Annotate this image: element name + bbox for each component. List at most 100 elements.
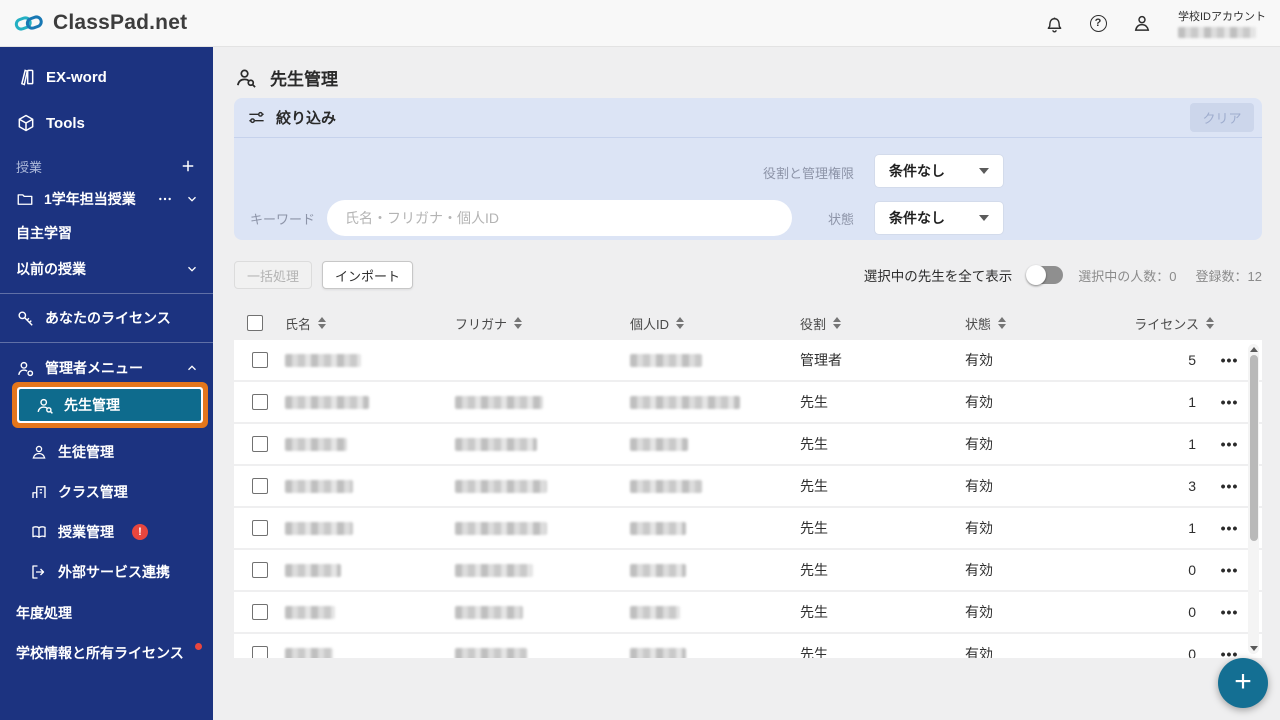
role-cell: 先生 [791, 434, 956, 454]
account-info[interactable]: 学校IDアカウント [1178, 8, 1266, 38]
row-checkbox[interactable] [252, 436, 268, 452]
sidebar-item-external-services[interactable]: 外部サービス連携 [0, 558, 213, 586]
sidebar-item-self-study[interactable]: 自主学習 [0, 219, 213, 247]
scroll-down-icon[interactable] [1250, 646, 1258, 651]
role-cell: 先生 [791, 644, 956, 658]
row-checkbox[interactable] [252, 646, 268, 658]
row-menu-icon[interactable] [1221, 436, 1239, 452]
logo-text: ClassPad.net [53, 11, 187, 35]
sort-icon [318, 317, 326, 329]
chevron-down-icon[interactable] [185, 192, 199, 206]
add-lesson-icon[interactable] [179, 157, 197, 175]
sort-icon [514, 317, 522, 329]
chevron-up-icon[interactable] [185, 361, 199, 375]
status-cell: 有効 [956, 602, 1116, 622]
sort-icon [998, 317, 1006, 329]
column-header-license[interactable]: ライセンス [1116, 314, 1250, 333]
redacted-name [285, 648, 333, 659]
sidebar-label: 生徒管理 [58, 442, 114, 462]
sort-icon [833, 317, 841, 329]
redacted-name [285, 564, 341, 577]
help-icon[interactable] [1088, 13, 1108, 33]
status-filter-label: 状態 [774, 209, 854, 228]
admin-user-icon [16, 359, 35, 378]
scrollbar-thumb[interactable] [1250, 355, 1258, 541]
column-header-id[interactable]: 個人ID [621, 314, 791, 333]
table-header: 氏名 フリガナ 個人ID 役割 状態 ライセンス [234, 306, 1262, 340]
selected-count: 選択中の人数：0 [1078, 266, 1176, 285]
lessons-section-label: 授業 [16, 157, 42, 176]
keyword-search-input[interactable] [327, 200, 792, 236]
sidebar-item-your-license[interactable]: あなたのライセンス [0, 304, 213, 332]
table-row: 先生 有効 3 [234, 466, 1262, 506]
column-label: ライセンス [1134, 314, 1199, 333]
redacted-kana [455, 438, 537, 451]
redacted-name [285, 522, 353, 535]
folder-icon [16, 190, 34, 208]
column-header-name[interactable]: 氏名 [276, 314, 446, 333]
sidebar: EX-word Tools 授業 1学年担当授業 自主学習 以前の授業 [0, 47, 213, 720]
redacted-name [285, 480, 353, 493]
redacted-name [285, 354, 361, 367]
table-row: 先生 有効 0 [234, 634, 1262, 658]
import-button[interactable]: インポート [322, 261, 413, 289]
caret-down-icon [979, 215, 989, 221]
account-type-label: 学校IDアカウント [1178, 8, 1266, 24]
row-checkbox[interactable] [252, 604, 268, 620]
sidebar-label: クラス管理 [58, 482, 128, 502]
row-checkbox[interactable] [252, 520, 268, 536]
class-building-icon [30, 483, 48, 501]
keyword-label: キーワード [250, 209, 315, 228]
row-menu-icon[interactable] [1221, 646, 1239, 658]
table-toolbar: 一括処理 インポート 選択中の先生を全て表示 選択中の人数：0 登録数：12 [234, 260, 1262, 290]
row-menu-icon[interactable] [1221, 352, 1239, 368]
sidebar-item-lesson-management[interactable]: 授業管理 [0, 518, 213, 546]
redacted-id [630, 480, 702, 493]
bulk-action-button[interactable]: 一括処理 [234, 261, 312, 289]
sidebar-item-lesson-folder[interactable]: 1学年担当授業 [0, 185, 213, 213]
add-teacher-fab-button[interactable] [1218, 658, 1268, 708]
sidebar-label: 学校情報と所有ライセンス [16, 643, 184, 663]
role-filter-select[interactable]: 条件なし [875, 155, 1003, 187]
sidebar-item-teacher-management-selected[interactable]: 先生管理 [19, 389, 201, 421]
row-menu-icon[interactable] [1221, 478, 1239, 494]
sidebar-label: 管理者メニュー [45, 358, 143, 378]
table-row: 先生 有効 1 [234, 424, 1262, 464]
sidebar-label: 先生管理 [64, 395, 120, 415]
redacted-kana [455, 648, 527, 659]
sidebar-item-previous-lessons[interactable]: 以前の授業 [0, 255, 213, 283]
column-header-status[interactable]: 状態 [956, 314, 1116, 333]
notifications-bell-icon[interactable] [1044, 13, 1064, 33]
show-selected-toggle[interactable] [1027, 266, 1063, 284]
sidebar-divider [0, 293, 213, 294]
sidebar-item-student-management[interactable]: 生徒管理 [0, 438, 213, 466]
row-checkbox[interactable] [252, 478, 268, 494]
select-all-checkbox[interactable] [247, 315, 263, 331]
row-menu-icon[interactable] [1221, 394, 1239, 410]
row-checkbox[interactable] [252, 394, 268, 410]
status-filter-select[interactable]: 条件なし [875, 202, 1003, 234]
row-checkbox[interactable] [252, 352, 268, 368]
chevron-down-icon[interactable] [185, 262, 199, 276]
sidebar-item-school-info-license[interactable]: 学校情報と所有ライセンス [0, 640, 213, 666]
role-cell: 先生 [791, 392, 956, 412]
highlight-annotation: 先生管理 [12, 382, 208, 428]
sidebar-item-tools[interactable]: Tools [0, 109, 213, 137]
sidebar-item-year-processing[interactable]: 年度処理 [0, 600, 213, 626]
sidebar-item-class-management[interactable]: クラス管理 [0, 478, 213, 506]
row-menu-icon[interactable] [1221, 604, 1239, 620]
column-header-role[interactable]: 役割 [791, 314, 956, 333]
row-menu-icon[interactable] [1221, 520, 1239, 536]
toggle-knob [1026, 265, 1046, 285]
row-checkbox[interactable] [252, 562, 268, 578]
column-header-kana[interactable]: フリガナ [446, 314, 621, 333]
user-icon[interactable] [1132, 13, 1152, 33]
table-scrollbar[interactable] [1248, 344, 1259, 654]
folder-menu-icon[interactable] [157, 191, 173, 207]
redacted-kana [455, 606, 523, 619]
sidebar-item-admin-menu[interactable]: 管理者メニュー [0, 354, 213, 382]
scroll-up-icon[interactable] [1250, 347, 1258, 352]
row-menu-icon[interactable] [1221, 562, 1239, 578]
clear-filter-button[interactable]: クリア [1190, 103, 1254, 132]
sidebar-item-ex-word[interactable]: EX-word [0, 63, 213, 91]
